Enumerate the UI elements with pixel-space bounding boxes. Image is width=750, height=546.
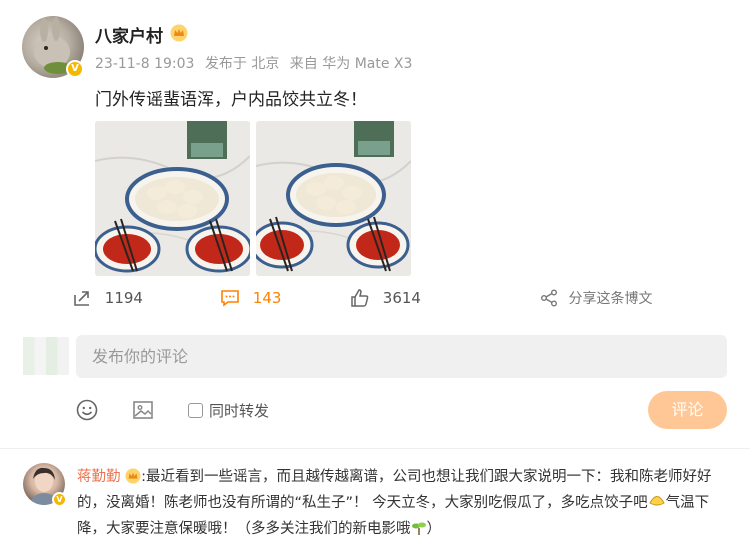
submit-comment-button[interactable]: 评论 — [648, 391, 727, 429]
post-photo[interactable] — [95, 121, 250, 276]
verified-v-icon: V — [66, 60, 84, 78]
post-device: 来自 华为 Mate X3 — [289, 56, 413, 72]
comment-text: :最近看到一些谣言，而且越传越离谱，公司也想让我们跟大家说明一下：我和陈老师好好… — [77, 469, 712, 511]
author-avatar[interactable]: V — [22, 16, 84, 78]
user-avatar-blurred — [23, 337, 69, 375]
commenter-name[interactable]: 蒋勤勤 — [77, 469, 121, 485]
comment-body: 蒋勤勤 :最近看到一些谣言，而且越传越离谱，公司也想让我们跟大家说明一下：我和陈… — [77, 464, 727, 542]
commenter-avatar[interactable]: V — [23, 463, 67, 507]
dumpling-icon — [648, 496, 665, 506]
checkbox-box[interactable] — [188, 403, 203, 418]
divider — [0, 448, 750, 449]
crown-icon — [125, 468, 141, 484]
share-nodes-icon — [541, 289, 557, 307]
share-count: 1194 — [104, 289, 143, 307]
post-meta: 23-11-8 19:03 发布于 北京 来自 华为 Mate X3 — [95, 53, 418, 73]
post-content: 门外传谣蜚语浑，户内品饺共立冬！ — [95, 90, 367, 110]
post-timestamp[interactable]: 23-11-8 19:03 — [95, 56, 194, 72]
share-arrow-icon — [74, 291, 89, 306]
comment-text-end: ） — [426, 521, 442, 537]
share-post-label: 分享这条博文 — [568, 291, 653, 307]
comment-count: 143 — [252, 289, 282, 307]
post-photo[interactable] — [256, 121, 411, 276]
share-button[interactable]: 1194 — [72, 288, 143, 308]
like-button[interactable]: 3614 — [350, 288, 421, 308]
like-count: 3614 — [382, 289, 421, 307]
comment-icon — [221, 290, 239, 307]
emoji-icon[interactable] — [76, 399, 98, 421]
verified-v-icon: V — [52, 492, 67, 507]
post-location: 发布于 北京 — [204, 56, 280, 72]
sprout-icon — [411, 522, 426, 535]
forward-label: 同时转发 — [209, 402, 270, 420]
image-icon[interactable] — [132, 399, 154, 421]
comment-input[interactable]: 发布你的评论 — [76, 335, 727, 378]
forward-checkbox[interactable]: 同时转发 — [188, 400, 269, 421]
comment-button[interactable]: 143 — [220, 288, 281, 308]
share-post-button[interactable]: 分享这条博文 — [540, 288, 652, 308]
thumbs-up-icon — [351, 289, 369, 307]
post-author[interactable]: 八家户村 — [95, 22, 163, 47]
crown-icon — [170, 24, 188, 42]
